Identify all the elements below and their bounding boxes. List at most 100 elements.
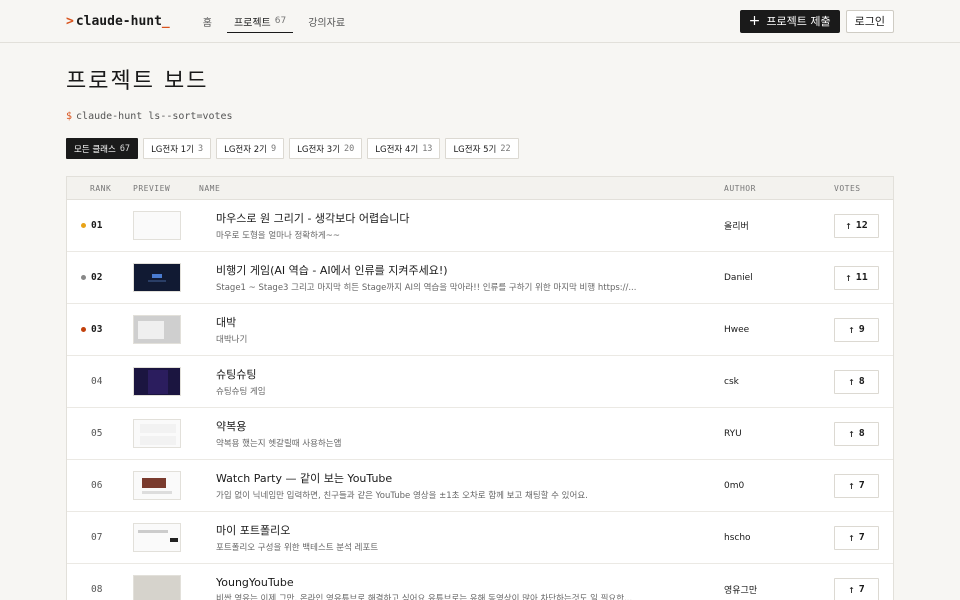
upvote-button[interactable]: ↑ 8 (834, 369, 879, 394)
table-row[interactable]: 07 마이 포트폴리오 포트폴리오 구성을 위한 백테스트 분석 레포트 hsc… (67, 512, 893, 564)
project-author: Daniel (724, 272, 753, 283)
filter-count: 13 (422, 143, 433, 154)
filter-label: LG전자 2기 (224, 144, 267, 155)
arrow-up-icon: ↑ (848, 583, 855, 596)
table-row[interactable]: 03 대박 대박나기 Hwee ↑ 9 (67, 304, 893, 356)
filter-label: 모든 클래스 (74, 144, 116, 155)
filter-label: LG전자 4기 (375, 144, 419, 155)
vote-count: 11 (855, 272, 868, 283)
filter-label: LG전자 3기 (297, 144, 341, 155)
name-cell: 마이 포트폴리오 포트폴리오 구성을 위한 백테스트 분석 레포트 (199, 522, 724, 553)
project-title[interactable]: 대박 (216, 314, 724, 330)
preview-thumbnail[interactable] (133, 315, 181, 344)
rank-cell: 02 (67, 272, 133, 283)
table-header: RANK PREVIEW NAME AUTHOR VOTES (67, 177, 893, 200)
nav-materials[interactable]: 강의자료 (301, 0, 352, 43)
rank-cell: 01 (67, 220, 133, 231)
project-description: 가입 없이 닉네임만 입력하면, 친구들과 같은 YouTube 영상을 ±1초… (216, 491, 588, 501)
filter-count: 3 (197, 143, 204, 154)
project-title[interactable]: 마우스로 원 그리기 - 생각보다 어렵습니다 (216, 210, 724, 226)
preview-thumbnail[interactable] (133, 471, 181, 500)
project-author: Hwee (724, 324, 750, 335)
logo-text: claude-hunt (75, 13, 162, 29)
table-row[interactable]: 02 비행기 게임(AI 역습 - AI에서 인류를 지켜주세요!) Stage… (67, 252, 893, 304)
rank-spacer (81, 535, 86, 540)
upvote-button[interactable]: ↑ 7 (834, 473, 879, 498)
submit-project-button[interactable]: + 프로젝트 제출 (739, 9, 840, 33)
preview-thumbnail[interactable] (133, 211, 181, 240)
preview-thumbnail[interactable] (133, 575, 181, 600)
upvote-button[interactable]: ↑ 9 (834, 317, 879, 342)
rank-cell: 06 (67, 480, 133, 491)
table-row[interactable]: 08 YoungYouTube 비싼 영유는 이제 그만. 온라인 영유튜브로 … (67, 564, 893, 600)
nav-home[interactable]: 홈 (196, 0, 219, 43)
votes-cell: ↑ 8 (834, 369, 893, 394)
preview-thumbnail[interactable] (133, 367, 181, 396)
rank-medal-dot (81, 327, 86, 332)
preview-cell (133, 315, 199, 344)
arrow-up-icon: ↑ (848, 323, 855, 336)
filter-lg-3[interactable]: LG전자 3기 20 (289, 138, 363, 159)
project-description: 약복용 했는지 헷갈릴때 사용하는앱 (216, 439, 342, 449)
nav-home-label: 홈 (202, 17, 212, 29)
filter-lg-2[interactable]: LG전자 2기 9 (216, 138, 285, 159)
votes-cell: ↑ 7 (834, 525, 893, 550)
votes-cell: ↑ 7 (834, 473, 893, 498)
preview-thumbnail[interactable] (133, 419, 181, 448)
rank-number: 06 (91, 480, 103, 491)
table-row[interactable]: 01 마우스로 원 그리기 - 생각보다 어렵습니다 마우로 도형을 얼마나 정… (67, 200, 893, 252)
filter-lg-1[interactable]: LG전자 1기 3 (143, 138, 212, 159)
rank-medal-dot (81, 223, 86, 228)
rank-cell: 08 (67, 584, 133, 595)
upvote-button[interactable]: ↑ 12 (834, 213, 879, 238)
vote-count: 7 (858, 480, 865, 491)
submit-project-label: 프로젝트 제출 (766, 15, 831, 28)
logo[interactable]: > claude-hunt _ (66, 14, 170, 29)
nav-projects-count: 67 (274, 16, 287, 26)
main-content: 프로젝트 보드 $ claude-hunt ls--sort=votes 모든 클… (0, 63, 960, 600)
filter-count: 20 (344, 143, 355, 154)
votes-cell: ↑ 8 (834, 421, 893, 446)
project-title[interactable]: 약복용 (216, 418, 724, 434)
project-description: 대박나기 (216, 335, 248, 345)
filter-lg-4[interactable]: LG전자 4기 13 (367, 138, 441, 159)
project-title[interactable]: 슈팅슈팅 (216, 366, 724, 382)
filter-lg-5[interactable]: LG전자 5기 22 (445, 138, 519, 159)
name-cell: 마우스로 원 그리기 - 생각보다 어렵습니다 마우로 도형을 얼마나 정확하게… (199, 210, 724, 241)
rank-spacer (81, 483, 86, 488)
preview-cell (133, 263, 199, 292)
preview-cell (133, 523, 199, 552)
vote-count: 8 (858, 428, 865, 439)
upvote-button[interactable]: ↑ 8 (834, 421, 879, 446)
nav-projects[interactable]: 프로젝트 67 (226, 0, 294, 43)
rank-number: 01 (91, 220, 103, 231)
table-row[interactable]: 04 슈팅슈팅 슈팅슈팅 게임 csk ↑ 8 (67, 356, 893, 408)
project-author: csk (724, 376, 739, 387)
vote-count: 9 (858, 324, 865, 335)
table-row[interactable]: 06 Watch Party — 같이 보는 YouTube 가입 없이 닉네임… (67, 460, 893, 512)
arrow-up-icon: ↑ (845, 219, 852, 232)
rank-cell: 04 (67, 376, 133, 387)
upvote-button[interactable]: ↑ 7 (834, 577, 879, 600)
table-row[interactable]: 05 약복용 약복용 했는지 헷갈릴때 사용하는앱 RYU ↑ 8 (67, 408, 893, 460)
project-title[interactable]: Watch Party — 같이 보는 YouTube (216, 470, 724, 486)
filter-label: LG전자 1기 (151, 144, 194, 155)
login-button[interactable]: 로그인 (845, 9, 894, 33)
preview-thumbnail[interactable] (133, 523, 181, 552)
project-title[interactable]: 비행기 게임(AI 역습 - AI에서 인류를 지켜주세요!) (216, 262, 724, 278)
header-votes: VOTES (834, 183, 861, 193)
project-author: 올리버 (724, 222, 749, 232)
nav-materials-label: 강의자료 (308, 17, 346, 29)
preview-thumbnail[interactable] (133, 263, 181, 292)
votes-cell: ↑ 9 (834, 317, 893, 342)
upvote-button[interactable]: ↑ 7 (834, 525, 879, 550)
rank-number: 02 (91, 272, 103, 283)
upvote-button[interactable]: ↑ 11 (834, 265, 879, 290)
filter-all-classes[interactable]: 모든 클래스 67 (66, 138, 139, 159)
project-description: Stage1 ~ Stage3 그리고 마지막 히든 Stage까지 AI의 역… (216, 283, 637, 293)
cmd-text: claude-hunt ls--sort=votes (76, 111, 233, 122)
vote-count: 7 (858, 532, 865, 543)
project-title[interactable]: 마이 포트폴리오 (216, 522, 724, 538)
vote-count: 7 (858, 584, 865, 595)
project-title[interactable]: YoungYouTube (216, 576, 724, 589)
